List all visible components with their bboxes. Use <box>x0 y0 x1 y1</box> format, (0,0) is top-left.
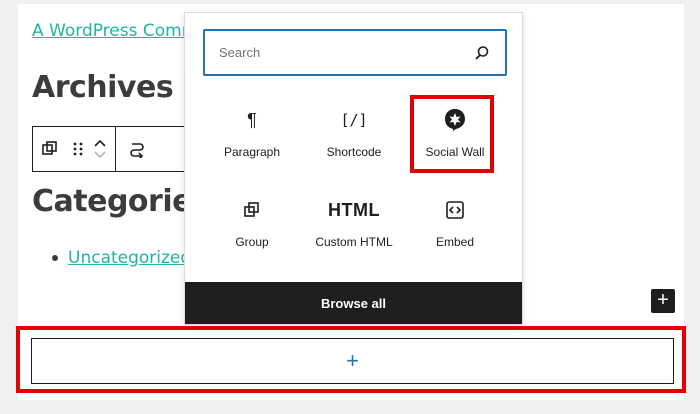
block-search-input[interactable]: Search <box>203 29 507 76</box>
block-label: Embed <box>435 235 475 249</box>
block-embed[interactable]: Embed <box>405 189 505 269</box>
block-type-icon[interactable] <box>33 127 67 171</box>
add-block-appender[interactable]: + <box>31 338 674 384</box>
block-label: Group <box>235 235 269 249</box>
block-paragraph[interactable]: ¶ Paragraph <box>202 99 302 179</box>
block-group[interactable]: Group <box>202 189 302 269</box>
small-add-block-button[interactable]: + <box>651 289 675 313</box>
editor-canvas: A WordPress Comm Archives Categories Unc… <box>0 0 700 414</box>
move-down-icon[interactable] <box>93 149 107 161</box>
block-movers <box>89 137 111 161</box>
shortcode-icon: [/] <box>340 111 368 129</box>
move-up-icon[interactable] <box>93 137 107 149</box>
block-label: Paragraph <box>223 145 281 159</box>
block-toolbar <box>32 126 192 172</box>
recent-comment-link[interactable]: A WordPress Comm <box>32 21 198 41</box>
block-label: Custom HTML <box>315 235 393 249</box>
drag-handle-icon[interactable] <box>67 127 89 171</box>
categories-heading[interactable]: Categories <box>32 184 210 219</box>
category-list: Uncategorized <box>52 248 191 268</box>
category-link[interactable]: Uncategorized <box>68 248 191 268</box>
block-shortcode[interactable]: [/] Shortcode <box>304 99 404 179</box>
list-bullet <box>52 255 58 261</box>
transform-icon[interactable] <box>120 127 154 171</box>
block-label: Shortcode <box>326 145 382 159</box>
social-wall-highlight-box <box>410 95 494 173</box>
embed-icon <box>445 195 465 225</box>
paragraph-icon: ¶ <box>247 109 257 130</box>
search-placeholder: Search <box>219 45 261 60</box>
group-icon <box>243 195 261 225</box>
archives-heading[interactable]: Archives <box>32 70 174 105</box>
search-icon <box>473 44 491 62</box>
browse-all-button[interactable]: Browse all <box>185 282 522 324</box>
html-icon: HTML <box>328 199 380 220</box>
block-custom-html[interactable]: HTML Custom HTML <box>304 189 404 269</box>
toolbar-divider <box>115 127 116 171</box>
